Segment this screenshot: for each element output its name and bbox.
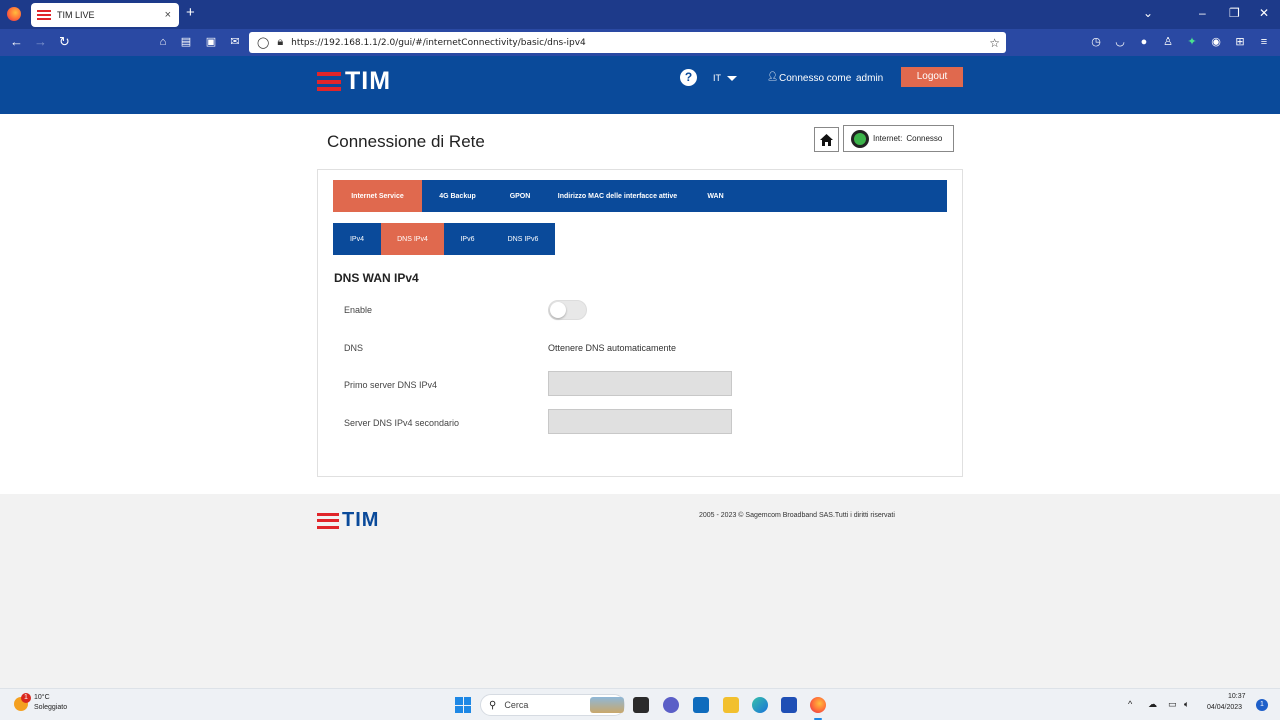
extension-icon[interactable]: ♙ [1162,36,1174,48]
history-icon[interactable]: ◷ [1090,36,1102,48]
firefox-taskbar-icon[interactable] [810,697,826,713]
tab-close-icon[interactable]: × [165,9,171,21]
secondary-dns-label: Server DNS IPv4 secondario [344,418,460,428]
task-view-icon[interactable] [633,697,649,713]
windows-start-icon[interactable] [455,697,471,713]
footer-tim-logo[interactable]: TIM [317,509,379,532]
internet-status-label: Internet: [873,134,903,143]
weather-temp[interactable]: 10°C [34,694,50,701]
tim-logo[interactable]: TIM [317,67,391,96]
close-window-button[interactable]: ✕ [1259,6,1269,20]
list-all-tabs-icon[interactable]: ⌄ [1143,6,1153,20]
file-explorer-icon[interactable] [723,697,739,713]
show-hidden-icons-chevron-icon[interactable]: ^ [1128,699,1132,709]
network-icon[interactable]: ▭ [1168,699,1177,710]
globe-icon [851,129,869,148]
home-toolbar-icon[interactable]: ⌂ [157,36,169,48]
username: admin [856,73,884,84]
internet-status-value: Connesso [906,134,943,143]
tab-mac-address[interactable]: Indirizzo MAC delle interfacce attive [547,180,688,212]
tim-logo-mark-icon [317,72,341,91]
section-title: DNS WAN IPv4 [334,271,419,285]
new-tab-button[interactable]: + [186,4,195,21]
print-icon[interactable]: ▤ [180,36,192,48]
internet-status-box[interactable]: Internet: Connesso [843,125,954,152]
page-title: Connessione di Rete [327,132,485,151]
search-placeholder: Cerca [504,700,529,710]
language-select[interactable]: IT [713,73,721,83]
tim-logo-text: TIM [345,67,392,95]
weather-desc[interactable]: Soleggiato [34,704,67,711]
url-text[interactable]: https://192.168.1.1/2.0/gui/#/internetCo… [291,38,989,48]
volume-icon[interactable]: 🔈︎ [1184,699,1189,710]
chat-icon[interactable] [663,697,679,713]
browser-nav-bar: ← → ↻ ⌂ ▤ ▣ ✉ ◯ 🔒︎ https://192.168.1.1/2… [0,29,1280,56]
footer-copyright: 2005 - 2023 © Sagemcom Broadband SAS.Tut… [699,512,895,519]
url-bar[interactable]: ◯ 🔒︎ https://192.168.1.1/2.0/gui/#/inter… [249,32,1006,53]
extensions-puzzle-icon[interactable]: ⊞ [1234,36,1246,48]
weather-badge: 1 [21,693,31,703]
notification-badge[interactable]: 1 [1256,699,1268,711]
pocket-icon[interactable]: ◡ [1114,36,1126,48]
primary-dns-label: Primo server DNS IPv4 [344,380,438,390]
tab-dns-ipv4[interactable]: DNS IPv4 [381,223,444,255]
help-icon[interactable]: ? [680,69,697,86]
toggle-knob [550,302,566,318]
onedrive-icon[interactable]: ☁ [1148,699,1157,710]
firefox-icon[interactable] [7,7,21,21]
footer-tim-text: TIM [342,509,380,531]
enable-label: Enable [344,305,373,315]
screenshot-icon[interactable]: ▣ [205,36,217,48]
edge-icon[interactable] [752,697,768,713]
back-button[interactable]: ← [10,34,23,50]
enable-toggle[interactable] [548,300,587,320]
sub-tabs: IPv4 DNS IPv4 IPv6 DNS IPv6 [333,223,555,255]
addon-icon[interactable]: ◉ [1210,36,1222,48]
forward-button[interactable]: → [34,34,47,50]
windows-taskbar: 1 10°C Soleggiato ⚲ Cerca ^ ☁ ▭ 🔈︎ 10:37… [0,688,1280,720]
restore-button[interactable]: ❐ [1229,6,1240,20]
tab-4g-backup[interactable]: 4G Backup [422,180,493,212]
secondary-dns-input[interactable] [548,409,732,434]
browser-tab-bar: TIM LIVE × + ⌄ – ❐ ✕ [0,0,1280,29]
mail-icon[interactable] [693,697,709,713]
tab-wan[interactable]: WAN [688,180,743,212]
user-icon: 👤︎ [767,71,779,81]
dns-label: DNS [344,343,364,353]
search-highlight-image[interactable] [590,697,624,713]
primary-dns-input[interactable] [548,371,732,396]
home-icon [820,133,833,146]
dns-mode-value: Ottenere DNS automaticamente [548,343,677,353]
logout-button[interactable]: Logout [901,67,963,87]
home-button[interactable] [814,127,839,152]
vpn-extension-icon[interactable]: ✦ [1186,36,1198,48]
tab-title: TIM LIVE [57,10,95,20]
store-icon[interactable] [781,697,797,713]
tab-dns-ipv6[interactable]: DNS IPv6 [491,223,555,255]
email-link-icon[interactable]: ✉ [229,36,241,48]
connected-as-label: Connesso come [779,73,852,84]
account-icon[interactable]: ● [1138,36,1150,48]
lock-icon[interactable]: 🔒︎ [277,36,283,49]
tab-gpon[interactable]: GPON [493,180,547,212]
browser-tab-tim-live[interactable]: TIM LIVE × [31,3,179,27]
clock-time[interactable]: 10:37 [1228,693,1246,700]
menu-icon[interactable]: ≡ [1258,36,1270,48]
bookmark-star-icon[interactable]: ☆ [989,36,1000,50]
search-icon: ⚲ [489,699,497,711]
tracking-shield-icon[interactable]: ◯ [257,36,269,49]
chevron-down-icon[interactable] [727,76,737,81]
tim-header: TIM ? IT 👤︎ Connesso come admin Logout [0,56,1280,114]
reload-button[interactable]: ↻ [59,34,70,50]
footer-tim-mark-icon [317,512,339,529]
minimize-button[interactable]: – [1199,6,1206,20]
tab-ipv6[interactable]: IPv6 [444,223,491,255]
tim-favicon-icon [37,10,51,20]
clock-date[interactable]: 04/04/2023 [1207,704,1242,711]
tab-internet-service[interactable]: Internet Service [333,180,422,212]
tab-ipv4[interactable]: IPv4 [333,223,381,255]
main-tabs: Internet Service 4G Backup GPON Indirizz… [333,180,947,212]
